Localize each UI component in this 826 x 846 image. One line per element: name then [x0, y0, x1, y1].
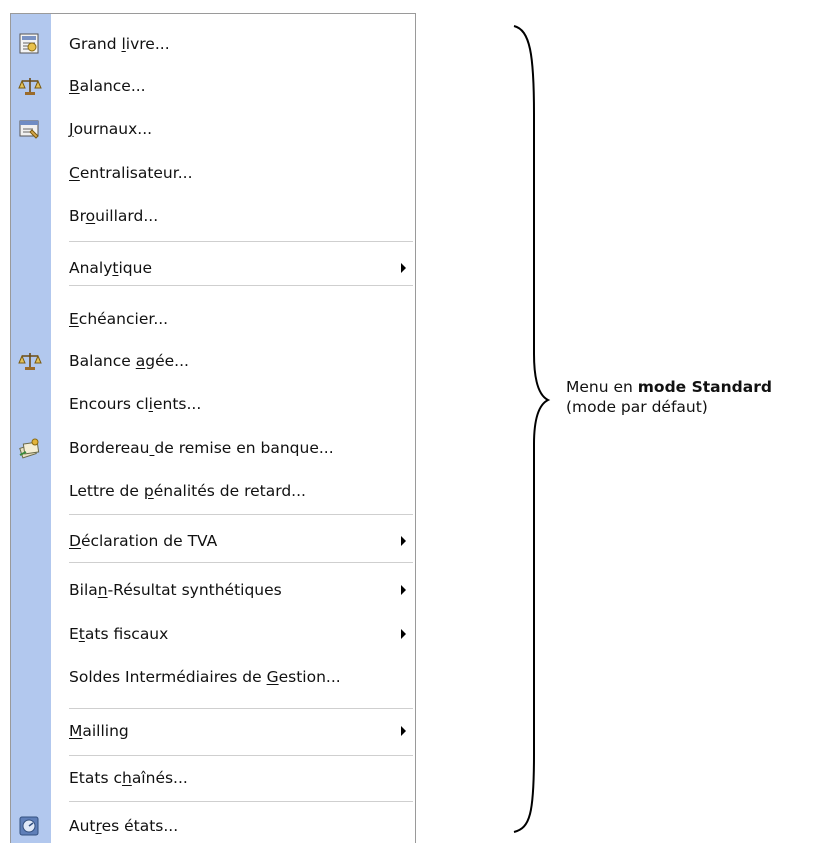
menu-separator	[69, 708, 413, 709]
balance-icon	[18, 78, 42, 95]
menu-separator	[69, 562, 413, 563]
menu-item-bordereau[interactable]: Bordereau de remise en banque...	[51, 428, 415, 468]
menu-item-label: Encours clients...	[69, 395, 202, 413]
menu-item-label: Etats chaînés...	[69, 769, 188, 787]
submenu-arrow-icon	[401, 629, 406, 639]
submenu-arrow-icon	[401, 263, 406, 273]
grouping-brace	[513, 25, 551, 833]
menu-item-label: Balance...	[69, 77, 146, 95]
balance-icon	[18, 353, 42, 370]
menu-item-label: Soldes Intermédiaires de Gestion...	[69, 668, 341, 686]
menu-item-etats-chaines[interactable]: Etats chaînés...	[51, 758, 415, 798]
menu-item-echeancier[interactable]: Echéancier...	[51, 299, 415, 339]
menu-item-label: Analytique	[69, 259, 152, 277]
reports-icon	[19, 816, 39, 836]
menu-item-label: Brouillard...	[69, 207, 159, 225]
menu-item-label: Mailling	[69, 722, 129, 740]
menu-separator	[69, 801, 413, 802]
menu-item-label: Etats fiscaux	[69, 625, 169, 643]
menu-separator	[69, 514, 413, 515]
annotation-line-2: (mode par défaut)	[566, 398, 708, 416]
menu-item-centralisateur[interactable]: Centralisateur...	[51, 153, 415, 193]
menu-item-label: Bilan-Résultat synthétiques	[69, 581, 282, 599]
submenu-arrow-icon	[401, 585, 406, 595]
mode-annotation: Menu en mode Standard (mode par défaut)	[566, 377, 772, 417]
submenu-arrow-icon	[401, 536, 406, 546]
annotation-line-1: Menu en mode Standard	[566, 378, 772, 396]
menu-item-label: Centralisateur...	[69, 164, 193, 182]
journal-icon	[19, 120, 39, 139]
bank-remittance-icon	[19, 438, 40, 459]
menu-item-mailling[interactable]: Mailling	[51, 711, 415, 751]
menu-item-analytique[interactable]: Analytique	[51, 248, 415, 288]
menu-item-soldes-intermediaires[interactable]: Soldes Intermédiaires de Gestion...	[51, 657, 415, 697]
menu-item-balance-agee[interactable]: Balance agée...	[51, 341, 415, 381]
reports-menu: Grand livre... Balance... Journaux... Ce…	[10, 13, 416, 843]
menu-separator	[69, 755, 413, 756]
menu-item-label: Grand livre...	[69, 35, 170, 53]
menu-item-label: Autres états...	[69, 817, 179, 835]
menu-item-etats-fiscaux[interactable]: Etats fiscaux	[51, 614, 415, 654]
ledger-icon	[19, 33, 39, 54]
menu-item-label: Bordereau de remise en banque...	[69, 439, 334, 457]
menu-item-journaux[interactable]: Journaux...	[51, 109, 415, 149]
menu-item-label: Lettre de pénalités de retard...	[69, 482, 306, 500]
menu-item-balance[interactable]: Balance...	[51, 66, 415, 106]
menu-item-label: Déclaration de TVA	[69, 532, 218, 550]
menu-item-grand-livre[interactable]: Grand livre...	[51, 24, 415, 64]
menu-item-label: Balance agée...	[69, 352, 189, 370]
submenu-arrow-icon	[401, 726, 406, 736]
menu-item-declaration-tva[interactable]: Déclaration de TVA	[51, 521, 415, 561]
menu-item-label: Echéancier...	[69, 310, 169, 328]
menu-item-lettre-penalites[interactable]: Lettre de pénalités de retard...	[51, 471, 415, 511]
menu-item-label: Journaux...	[69, 120, 153, 138]
menu-separator	[69, 241, 413, 242]
menu-item-encours-clients[interactable]: Encours clients...	[51, 384, 415, 424]
menu-item-autres-etats[interactable]: Autres états...	[51, 806, 415, 846]
menu-item-bilan-resultat[interactable]: Bilan-Résultat synthétiques	[51, 570, 415, 610]
menu-item-brouillard[interactable]: Brouillard...	[51, 196, 415, 236]
